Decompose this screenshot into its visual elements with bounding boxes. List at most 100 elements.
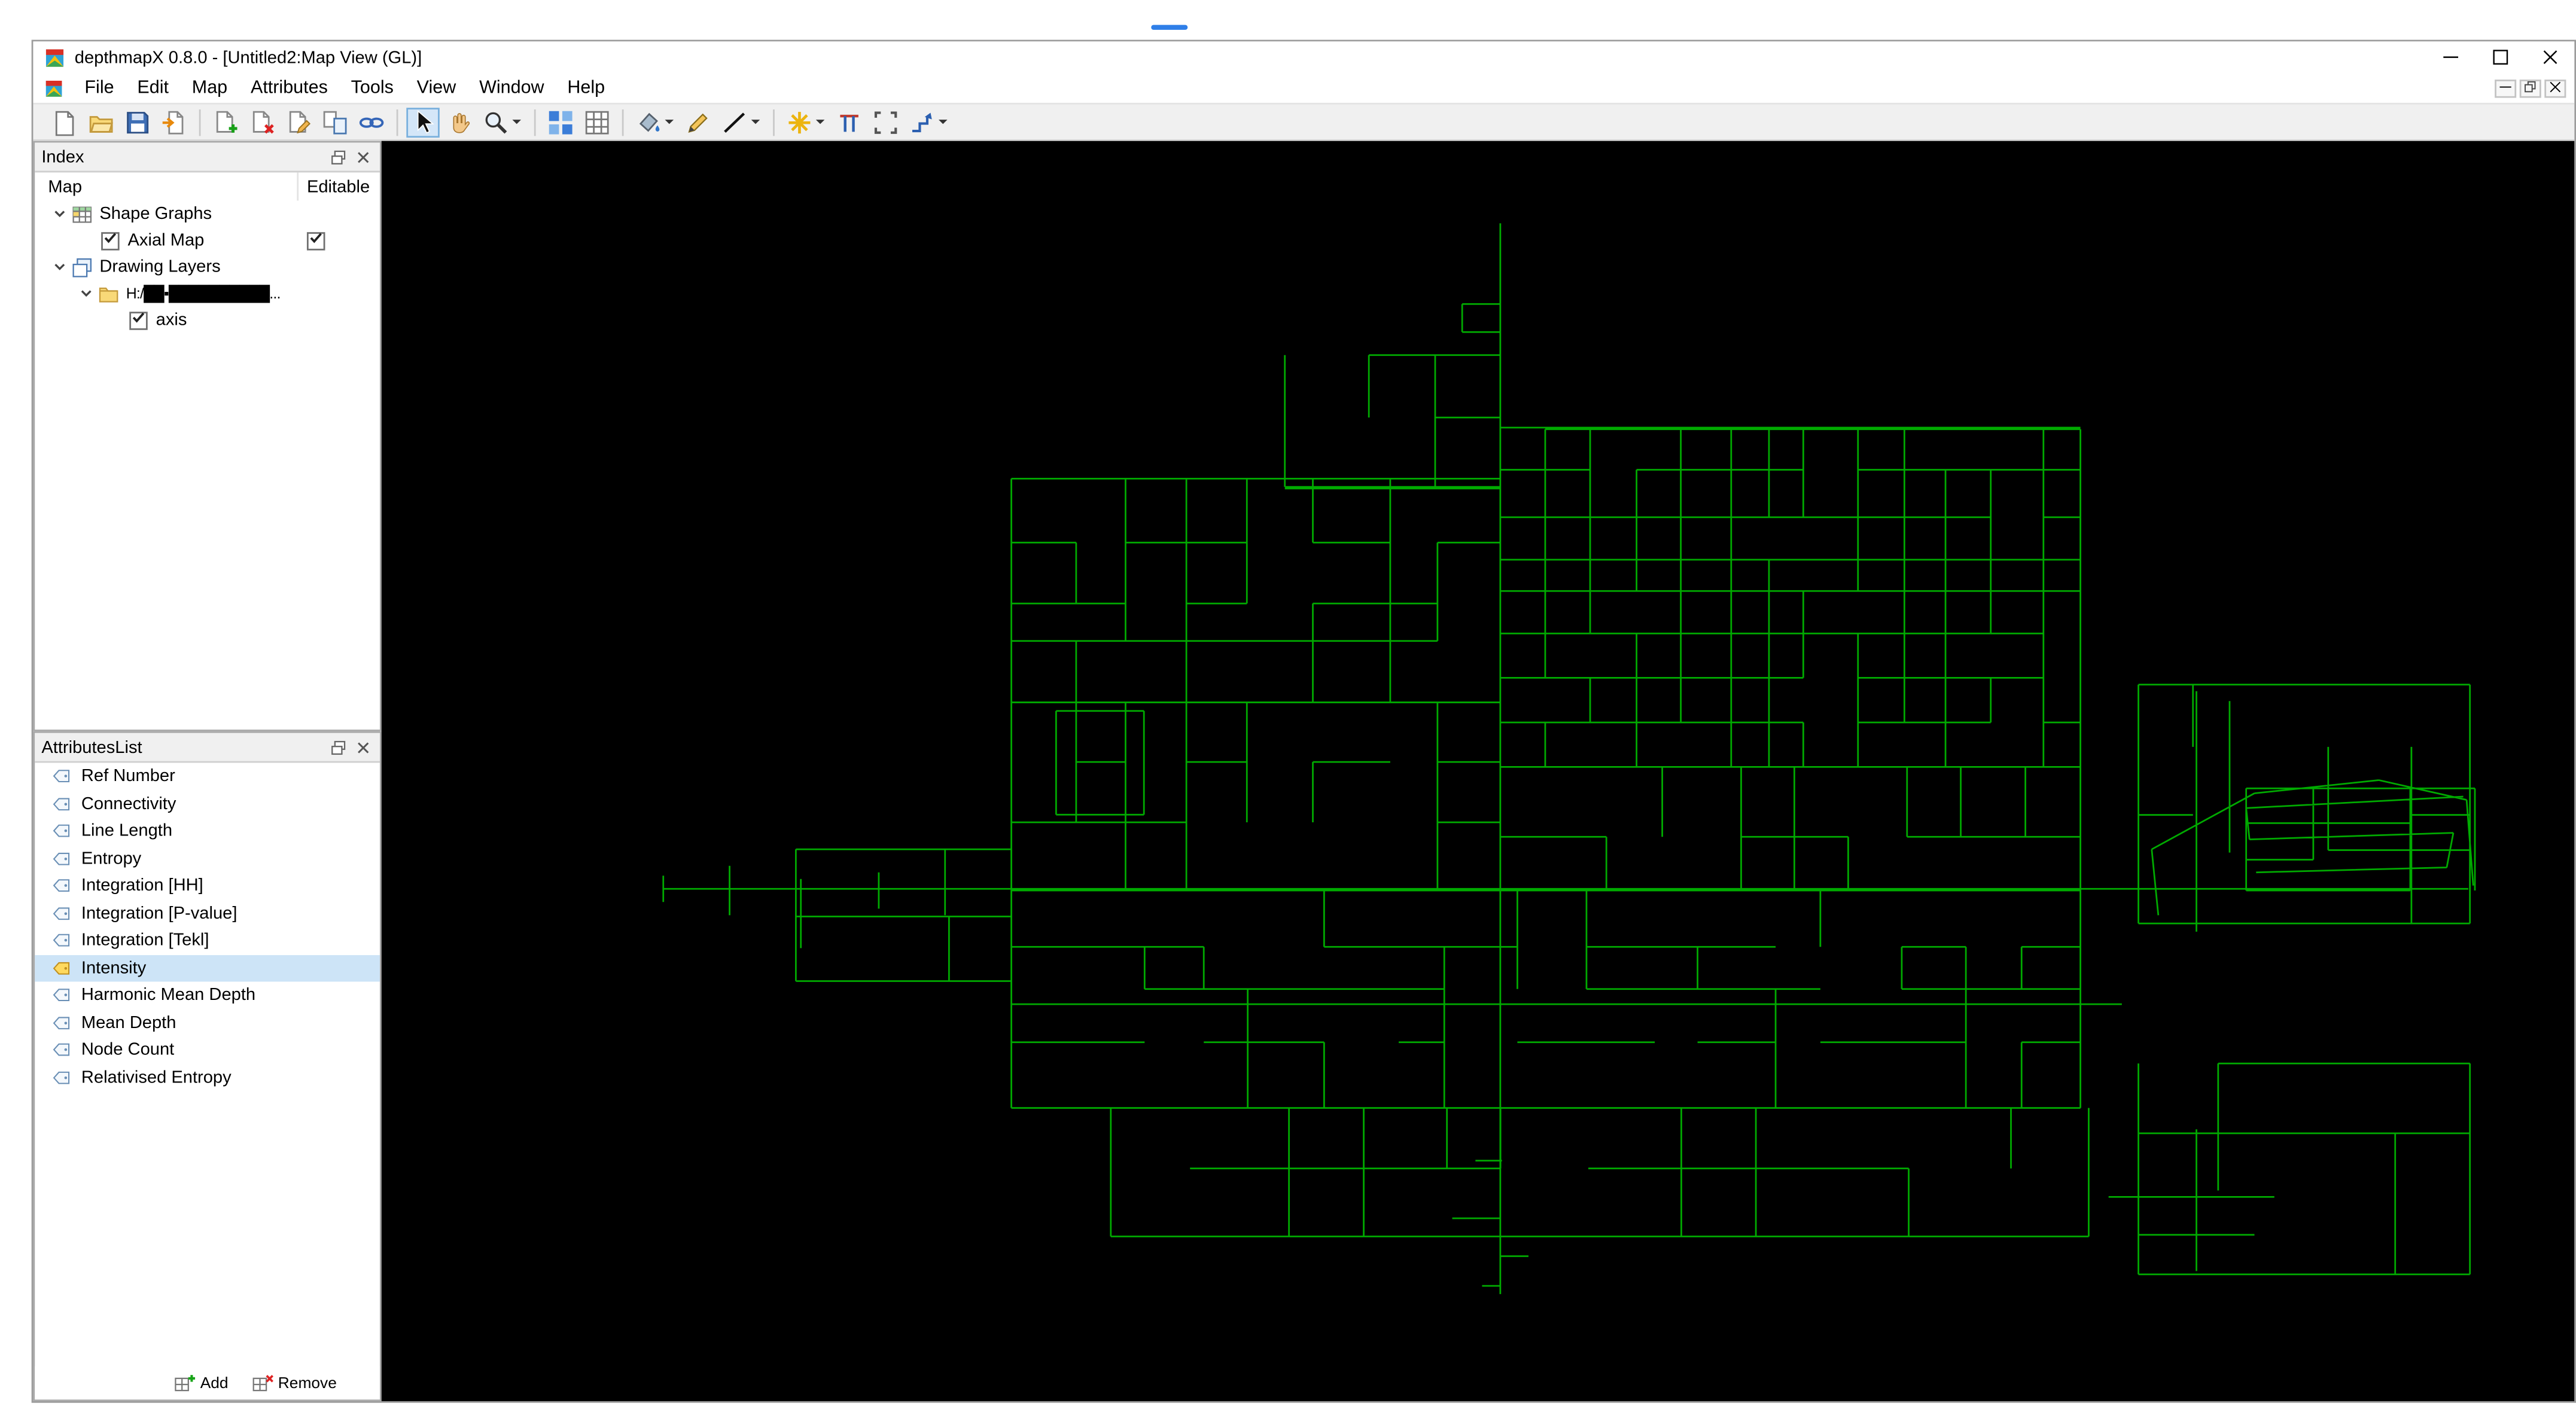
attribute-tag-icon — [50, 903, 73, 923]
menu-window[interactable]: Window — [468, 77, 556, 100]
chevron-down-icon[interactable] — [77, 283, 96, 303]
attributes-panel-close-button[interactable] — [354, 737, 373, 757]
link-maps-button[interactable] — [355, 107, 388, 137]
tree-item-axial-map[interactable]: Axial Map — [35, 227, 380, 254]
maximize-button[interactable] — [2475, 41, 2525, 73]
import-file-button[interactable] — [157, 107, 190, 137]
attribute-tag-icon — [50, 1068, 73, 1087]
link-icon — [358, 109, 385, 135]
edit-map-button[interactable] — [282, 107, 315, 137]
select-tool-button[interactable] — [406, 106, 440, 137]
menu-help[interactable]: Help — [556, 77, 617, 100]
minimize-icon — [2442, 42, 2458, 72]
chevron-down-icon[interactable] — [50, 204, 69, 224]
add-icon — [173, 1372, 195, 1393]
star-icon — [786, 109, 812, 135]
zoom-tool-button[interactable] — [479, 107, 526, 137]
remove-attribute-button[interactable]: Remove — [251, 1372, 337, 1393]
attribute-item-integration-p-value[interactable]: Integration [P-value] — [35, 899, 380, 927]
menu-bar: File Edit Map Attributes Tools View Window Help — [33, 72, 2575, 103]
tree-item-drawing-file[interactable]: H:/██▪██████████... — [35, 280, 380, 307]
map-column-header: Map — [48, 176, 83, 197]
axial-map-tool-button[interactable] — [833, 107, 866, 137]
attribute-item-relativised-entropy[interactable]: Relativised Entropy — [35, 1064, 380, 1091]
delete-map-button[interactable] — [245, 107, 278, 137]
isovist-tool-button[interactable] — [783, 107, 830, 137]
child-close-button[interactable] — [2544, 78, 2566, 97]
attribute-item-entropy[interactable]: Entropy — [35, 845, 380, 873]
attribute-label: Intensity — [81, 957, 147, 978]
child-restore-button[interactable] — [2519, 78, 2541, 97]
add-attribute-button[interactable]: Add — [173, 1372, 229, 1393]
attribute-tag-icon — [50, 821, 73, 841]
line-tool-dropdown[interactable] — [750, 109, 761, 135]
map-view[interactable] — [381, 141, 2575, 1401]
axis-checkbox[interactable] — [129, 310, 148, 330]
window-tile-button[interactable] — [544, 107, 577, 137]
minimize-button[interactable] — [2425, 41, 2475, 73]
cursor-icon — [410, 109, 436, 135]
fill-tool-dropdown[interactable] — [663, 109, 675, 135]
attribute-label: Relativised Entropy — [81, 1067, 232, 1088]
pan-tool-button[interactable] — [443, 107, 476, 137]
tree-item-axis-layer[interactable]: axis — [35, 307, 380, 333]
attributes-panel-float-button[interactable] — [328, 737, 348, 757]
save-file-button[interactable] — [121, 107, 154, 137]
attribute-item-connectivity[interactable]: Connectivity — [35, 790, 380, 818]
new-file-button[interactable] — [48, 107, 81, 137]
tree-item-shape-graphs[interactable]: Shape Graphs — [35, 200, 380, 227]
index-panel-close-button[interactable] — [354, 147, 373, 166]
attribute-label: Line Length — [81, 821, 173, 841]
folder-icon — [98, 283, 120, 304]
attribute-item-integration-tekl[interactable]: Integration [Tekl] — [35, 927, 380, 954]
child-minimize-button[interactable] — [2495, 78, 2517, 97]
title-bar: depthmapX 0.8.0 - [Untitled2:Map View (G… — [33, 41, 2575, 73]
attribute-item-node-count[interactable]: Node Count — [35, 1036, 380, 1064]
line-tool-button[interactable] — [718, 107, 765, 137]
attribute-item-integration-hh[interactable]: Integration [HH] — [35, 872, 380, 899]
check-icon — [131, 310, 146, 330]
show-grid-button[interactable] — [580, 107, 613, 137]
step-depth-tool-dropdown[interactable] — [937, 109, 949, 135]
document-icon — [45, 79, 63, 97]
axial-lines — [662, 223, 2476, 1294]
axial-map-editable-checkbox[interactable] — [306, 231, 325, 250]
fill-tool-button[interactable] — [632, 107, 678, 137]
add-new-map-button[interactable] — [209, 107, 242, 137]
attributes-panel: AttributesList Ref Number Connectivity Lin… — [33, 731, 382, 1401]
menu-file[interactable]: File — [73, 77, 126, 100]
attribute-item-ref-number[interactable]: Ref Number — [35, 763, 380, 790]
shape-graphs-icon — [71, 203, 93, 225]
open-file-button[interactable] — [84, 107, 117, 137]
attributes-panel-title: AttributesList — [41, 737, 142, 757]
attribute-item-mean-depth[interactable]: Mean Depth — [35, 1009, 380, 1036]
remove-button-label: Remove — [278, 1374, 337, 1392]
step-depth-tool-button[interactable] — [906, 107, 952, 137]
menu-attributes[interactable]: Attributes — [239, 77, 340, 100]
attribute-item-intensity[interactable]: Intensity — [35, 954, 380, 982]
remove-icon — [251, 1372, 273, 1393]
chevron-down-icon[interactable] — [50, 257, 69, 277]
index-column-headers: Map Editable — [35, 172, 380, 201]
frame-tool-button[interactable] — [869, 107, 902, 137]
menu-tools[interactable]: Tools — [339, 77, 405, 100]
menu-edit[interactable]: Edit — [126, 77, 180, 100]
attribute-label: Harmonic Mean Depth — [81, 985, 256, 1005]
isovist-tool-dropdown[interactable] — [814, 109, 826, 135]
attribute-label: Entropy — [81, 848, 142, 869]
convert-map-button[interactable] — [318, 107, 351, 137]
close-button[interactable] — [2525, 41, 2574, 73]
zoom-tool-dropdown[interactable] — [511, 109, 522, 135]
index-panel-float-button[interactable] — [328, 147, 348, 166]
attribute-label: Integration [P-value] — [81, 903, 237, 923]
menu-view[interactable]: View — [405, 77, 467, 100]
axial-map-checkbox[interactable] — [101, 231, 120, 250]
menu-map[interactable]: Map — [180, 77, 239, 100]
page-edit-icon — [285, 109, 312, 135]
attribute-item-harmonic-mean-depth[interactable]: Harmonic Mean Depth — [35, 981, 380, 1009]
tree-item-drawing-layers[interactable]: Drawing Layers — [35, 254, 380, 280]
pencil-tool-button[interactable] — [682, 107, 715, 137]
screenshot-root: depthmapX 0.8.0 - [Untitled2:Map View (G… — [0, 0, 2576, 1406]
attribute-label: Integration [HH] — [81, 876, 203, 896]
attribute-item-line-length[interactable]: Line Length — [35, 818, 380, 845]
